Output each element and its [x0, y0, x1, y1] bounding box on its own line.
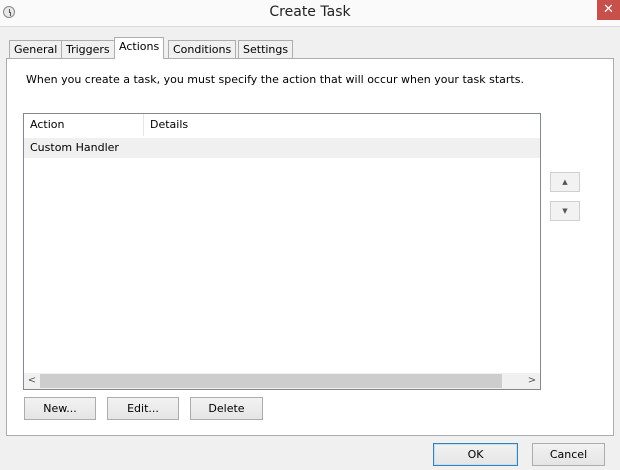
tab-general[interactable]: General [9, 40, 63, 59]
column-header-action[interactable]: Action [24, 114, 144, 136]
actions-list[interactable]: Action Details Custom Handler < > [23, 113, 541, 390]
scroll-left-icon[interactable]: < [24, 373, 40, 389]
move-down-button[interactable]: ▼ [550, 201, 580, 221]
cancel-button[interactable]: Cancel [532, 443, 605, 466]
title-bar: Create Task ✕ [0, 0, 620, 27]
edit-button[interactable]: Edit... [107, 397, 179, 420]
column-header-details[interactable]: Details [144, 114, 540, 136]
tab-settings[interactable]: Settings [238, 40, 294, 59]
cell-action: Custom Handler [30, 141, 119, 154]
tab-actions[interactable]: Actions [114, 37, 165, 59]
scrollbar-thumb[interactable] [40, 374, 502, 388]
new-button[interactable]: New... [24, 397, 96, 420]
tab-triggers[interactable]: Triggers [61, 40, 115, 59]
delete-button[interactable]: Delete [190, 397, 263, 420]
table-row[interactable]: Custom Handler [24, 138, 540, 158]
scroll-right-icon[interactable]: > [524, 373, 540, 389]
move-up-button[interactable]: ▲ [550, 172, 580, 192]
ok-button[interactable]: OK [433, 443, 518, 466]
description-text: When you create a task, you must specify… [26, 73, 524, 86]
horizontal-scrollbar[interactable]: < > [24, 373, 540, 389]
close-button[interactable]: ✕ [597, 0, 620, 20]
tab-conditions[interactable]: Conditions [168, 40, 237, 59]
window-title: Create Task [269, 4, 351, 20]
